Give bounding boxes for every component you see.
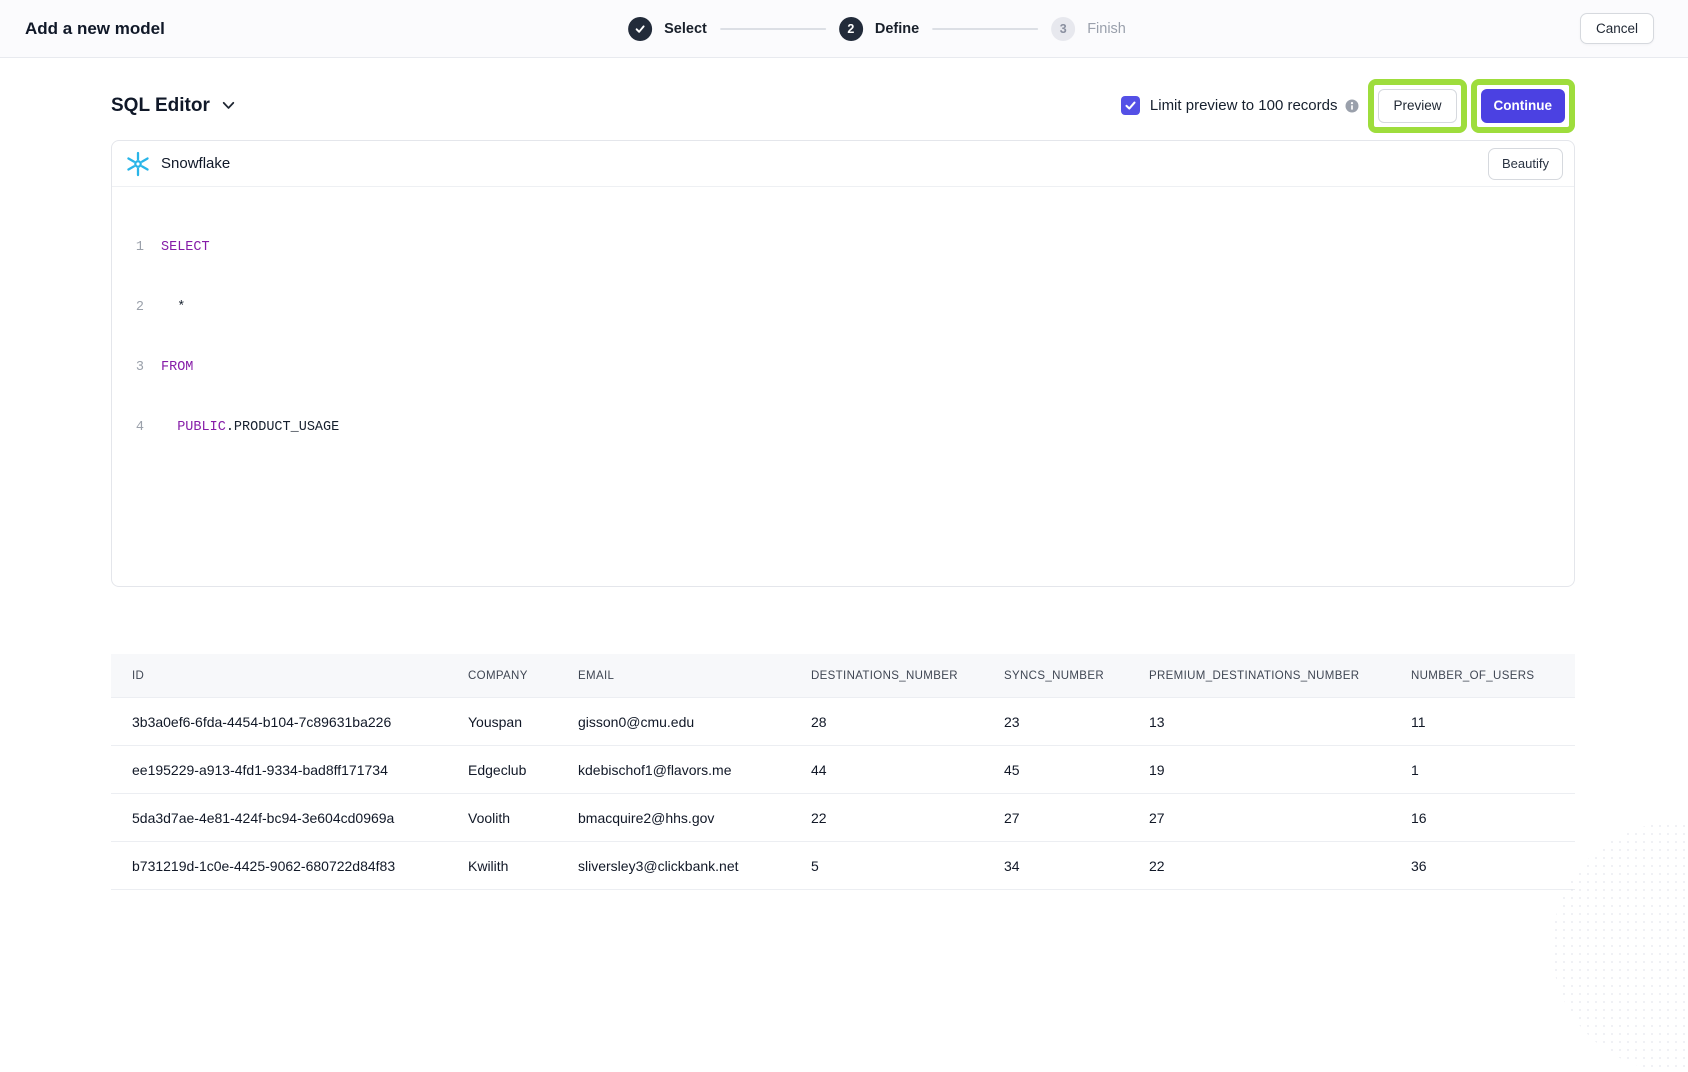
cell-email: kdebischof1@flavors.me xyxy=(557,762,790,778)
page-title: Add a new model xyxy=(25,19,165,39)
toolbar-actions: Limit preview to 100 records Preview Con… xyxy=(1121,79,1575,133)
sql-keyword: SELECT xyxy=(161,240,210,255)
cell-premium-destinations-number: 22 xyxy=(1128,858,1390,874)
step-done-circle xyxy=(628,17,652,41)
cell-id: ee195229-a913-4fd1-9334-bad8ff171734 xyxy=(111,762,447,778)
code-line: 2 * xyxy=(125,298,1574,318)
continue-button-highlight: Continue xyxy=(1471,79,1576,133)
cell-destinations-number: 22 xyxy=(790,810,983,826)
column-header-destinations-number: DESTINATIONS_NUMBER xyxy=(790,670,983,682)
check-icon xyxy=(634,23,646,35)
code-line: 4 PUBLIC.PRODUCT_USAGE xyxy=(125,418,1574,438)
column-header-syncs-number: SYNCS_NUMBER xyxy=(983,670,1128,682)
stepper-step-select[interactable]: Select xyxy=(628,17,707,41)
sql-editor-panel: Snowflake Beautify 1 SELECT 2 * 3 FROM 4 P… xyxy=(111,140,1575,587)
column-header-email: EMAIL xyxy=(557,670,790,682)
step-label-select: Select xyxy=(664,21,707,37)
sql-keyword: PUBLIC xyxy=(161,420,226,435)
cancel-button[interactable]: Cancel xyxy=(1580,13,1654,44)
line-number: 3 xyxy=(125,358,144,378)
step-label-define: Define xyxy=(875,21,919,37)
cell-number-of-users: 11 xyxy=(1390,714,1575,730)
stepper-step-finish[interactable]: 3 Finish xyxy=(1051,17,1126,41)
limit-preview-checkbox[interactable] xyxy=(1121,96,1140,115)
table-row: b731219d-1c0e-4425-9062-680722d84f83 Kwi… xyxy=(111,842,1575,890)
checkbox-check-icon xyxy=(1124,99,1137,112)
snowflake-icon xyxy=(125,151,151,177)
cell-id: 3b3a0ef6-6fda-4454-b104-7c89631ba226 xyxy=(111,714,447,730)
column-header-company: COMPANY xyxy=(447,670,557,682)
source-name: Snowflake xyxy=(161,155,230,172)
editor-toolbar: SQL Editor Limit preview to 100 records … xyxy=(111,78,1575,133)
line-number: 4 xyxy=(125,418,144,438)
limit-preview-label: Limit preview to 100 records xyxy=(1150,97,1338,114)
cell-email: sliversley3@clickbank.net xyxy=(557,858,790,874)
cell-premium-destinations-number: 27 xyxy=(1128,810,1390,826)
stepper-step-define[interactable]: 2 Define xyxy=(839,17,919,41)
cell-company: Edgeclub xyxy=(447,762,557,778)
stepper-connector xyxy=(720,28,826,30)
table-header-row: ID COMPANY EMAIL DESTINATIONS_NUMBER SYN… xyxy=(111,654,1575,698)
cell-premium-destinations-number: 19 xyxy=(1128,762,1390,778)
column-header-premium-destinations-number: PREMIUM_DESTINATIONS_NUMBER xyxy=(1128,670,1390,682)
table-row: 3b3a0ef6-6fda-4454-b104-7c89631ba226 You… xyxy=(111,698,1575,746)
preview-button-highlight: Preview xyxy=(1368,79,1466,133)
source-header: Snowflake Beautify xyxy=(112,141,1574,187)
code-line: 3 FROM xyxy=(125,358,1574,378)
sql-text: .PRODUCT_USAGE xyxy=(226,420,339,435)
preview-results-table: ID COMPANY EMAIL DESTINATIONS_NUMBER SYN… xyxy=(111,654,1575,890)
cell-company: Youspan xyxy=(447,714,557,730)
cell-destinations-number: 44 xyxy=(790,762,983,778)
line-number: 1 xyxy=(125,238,144,258)
chevron-down-icon xyxy=(220,97,237,114)
cell-syncs-number: 27 xyxy=(983,810,1128,826)
table-row: 5da3d7ae-4e81-424f-bc94-3e604cd0969a Voo… xyxy=(111,794,1575,842)
cell-email: gisson0@cmu.edu xyxy=(557,714,790,730)
cell-syncs-number: 34 xyxy=(983,858,1128,874)
info-icon[interactable] xyxy=(1345,99,1359,113)
top-header: Add a new model Select 2 Define 3 Finish… xyxy=(0,0,1688,58)
sql-keyword: FROM xyxy=(161,360,193,375)
cell-number-of-users: 36 xyxy=(1390,858,1575,874)
cell-company: Voolith xyxy=(447,810,557,826)
sql-editor-dropdown[interactable]: SQL Editor xyxy=(111,95,237,117)
line-number: 2 xyxy=(125,298,144,318)
table-row: ee195229-a913-4fd1-9334-bad8ff171734 Edg… xyxy=(111,746,1575,794)
code-line: 1 SELECT xyxy=(125,238,1574,258)
cell-number-of-users: 16 xyxy=(1390,810,1575,826)
cell-email: bmacquire2@hhs.gov xyxy=(557,810,790,826)
column-header-number-of-users: NUMBER_OF_USERS xyxy=(1390,670,1575,682)
cell-syncs-number: 23 xyxy=(983,714,1128,730)
cell-premium-destinations-number: 13 xyxy=(1128,714,1390,730)
sql-code-editor[interactable]: 1 SELECT 2 * 3 FROM 4 PUBLIC.PRODUCT_USAGE xyxy=(112,187,1574,478)
stepper-connector xyxy=(932,28,1038,30)
sql-text: * xyxy=(161,300,185,315)
cell-destinations-number: 28 xyxy=(790,714,983,730)
column-header-id: ID xyxy=(111,670,447,682)
sql-editor-dropdown-label: SQL Editor xyxy=(111,95,210,117)
cell-syncs-number: 45 xyxy=(983,762,1128,778)
step-number-circle: 3 xyxy=(1051,17,1075,41)
cell-id: b731219d-1c0e-4425-9062-680722d84f83 xyxy=(111,858,447,874)
preview-button[interactable]: Preview xyxy=(1378,89,1456,123)
cell-id: 5da3d7ae-4e81-424f-bc94-3e604cd0969a xyxy=(111,810,447,826)
beautify-button[interactable]: Beautify xyxy=(1488,148,1563,180)
cell-number-of-users: 1 xyxy=(1390,762,1575,778)
cell-destinations-number: 5 xyxy=(790,858,983,874)
step-number-circle: 2 xyxy=(839,17,863,41)
step-label-finish: Finish xyxy=(1087,21,1126,37)
source-info: Snowflake xyxy=(125,151,230,177)
continue-button[interactable]: Continue xyxy=(1481,89,1566,123)
cell-company: Kwilith xyxy=(447,858,557,874)
stepper: Select 2 Define 3 Finish xyxy=(628,17,1126,41)
